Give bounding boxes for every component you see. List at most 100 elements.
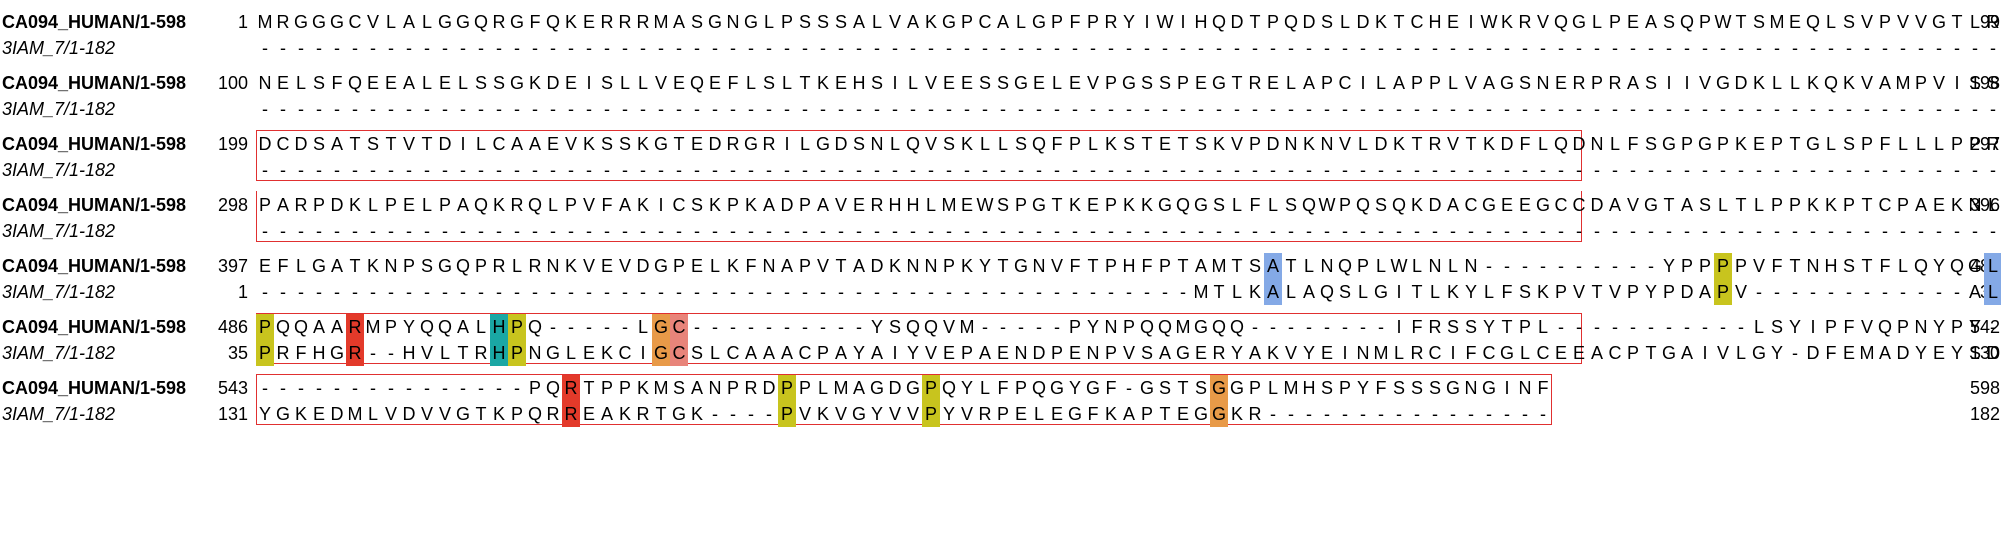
residue: L	[1519, 343, 1530, 363]
residue: -	[568, 221, 574, 241]
seq2-residues: ----------------------------------------…	[256, 96, 2001, 122]
residue: T	[1159, 404, 1171, 424]
residue: -	[1918, 38, 1924, 58]
residue: -	[1090, 221, 1096, 241]
residue: -	[1666, 38, 1672, 58]
residue: Q	[545, 378, 560, 398]
residue: -	[964, 99, 970, 119]
residue: -	[478, 38, 484, 58]
residue: Q	[473, 195, 488, 215]
residue: Y	[1932, 317, 1945, 337]
residue: -	[460, 221, 466, 241]
residue: A	[276, 195, 289, 215]
residue: E	[690, 256, 703, 276]
residue: -	[1018, 317, 1024, 337]
residue: -	[388, 378, 394, 398]
residue: Q	[941, 378, 956, 398]
residue: T	[1393, 12, 1405, 32]
residue: G	[509, 12, 524, 32]
residue: A	[1680, 195, 1693, 215]
residue: M	[653, 12, 669, 32]
residue: E	[1518, 195, 1531, 215]
residue: P	[1680, 256, 1693, 276]
residue: R	[726, 134, 740, 154]
residue: N	[870, 134, 884, 154]
residue: -	[460, 99, 466, 119]
residue: -	[910, 99, 916, 119]
residue: I	[586, 73, 592, 93]
residue: Q	[1031, 378, 1046, 398]
residue: H	[852, 73, 866, 93]
residue: G	[653, 134, 668, 154]
residue: P	[1050, 12, 1063, 32]
residue: -	[1792, 343, 1798, 363]
residue: L	[979, 134, 990, 154]
residue: P	[960, 343, 973, 363]
residue: C	[670, 340, 688, 366]
residue: -	[802, 317, 808, 337]
residue: E	[366, 73, 379, 93]
residue: -	[1432, 404, 1438, 424]
residue: -	[1270, 99, 1276, 119]
residue: E	[1158, 134, 1171, 154]
residue: A	[672, 12, 685, 32]
residue: K	[744, 195, 757, 215]
residue: -	[424, 221, 430, 241]
residue: G	[851, 404, 866, 424]
residue: E	[1626, 12, 1639, 32]
residue: D	[1572, 134, 1586, 154]
residue: A	[1680, 343, 1693, 363]
residue: -	[1270, 317, 1276, 337]
seq1-residues: ---------------PQRTPPKMSANPRDPPLMAGDGPQY…	[256, 375, 1552, 401]
residue: Y	[942, 404, 955, 424]
residue: P	[1788, 195, 1801, 215]
residue: K	[492, 404, 505, 424]
residue: -	[1810, 160, 1816, 180]
residue: F	[1375, 378, 1387, 398]
residue: P	[258, 195, 271, 215]
residue: L	[421, 195, 432, 215]
residue: D	[1500, 134, 1514, 154]
residue: E	[1752, 134, 1765, 154]
residue: -	[370, 221, 376, 241]
residue: -	[748, 99, 754, 119]
residue: -	[1018, 38, 1024, 58]
residue: -	[388, 160, 394, 180]
residue: -	[1594, 160, 1600, 180]
residue: N	[546, 256, 560, 276]
residue: L	[475, 317, 486, 337]
residue: C	[1428, 343, 1442, 363]
residue: -	[712, 317, 718, 337]
residue: E	[1554, 343, 1567, 363]
residue: -	[928, 221, 934, 241]
residue: -	[874, 221, 880, 241]
residue: P	[510, 404, 523, 424]
residue: -	[784, 38, 790, 58]
residue: P	[1554, 282, 1567, 302]
residue: R	[600, 12, 614, 32]
residue: S	[1320, 12, 1333, 32]
residue: -	[1702, 38, 1708, 58]
residue: S	[1842, 256, 1855, 276]
residue: K	[636, 134, 649, 154]
seq2-residues: ----------------------------------------…	[256, 279, 2001, 305]
residue: -	[1036, 221, 1042, 241]
residue: Q	[545, 12, 560, 32]
residue: L	[1753, 195, 1764, 215]
residue: -	[784, 221, 790, 241]
residue: N	[1104, 317, 1118, 337]
residue: -	[982, 221, 988, 241]
residue: T	[457, 343, 469, 363]
residue: -	[946, 38, 952, 58]
residue: L	[1051, 73, 1062, 93]
residue: -	[1900, 221, 1906, 241]
residue: I	[1342, 343, 1348, 363]
residue: L	[637, 73, 648, 93]
residue: N	[1356, 343, 1370, 363]
residue: V	[888, 404, 901, 424]
residue: T	[1645, 343, 1657, 363]
residue: A	[852, 378, 865, 398]
residue: -	[1072, 38, 1078, 58]
residue: A	[870, 343, 883, 363]
alignment-block: CA094_HUMAN/1-5983IAM_7/1-182397148534EF…	[0, 253, 2001, 316]
